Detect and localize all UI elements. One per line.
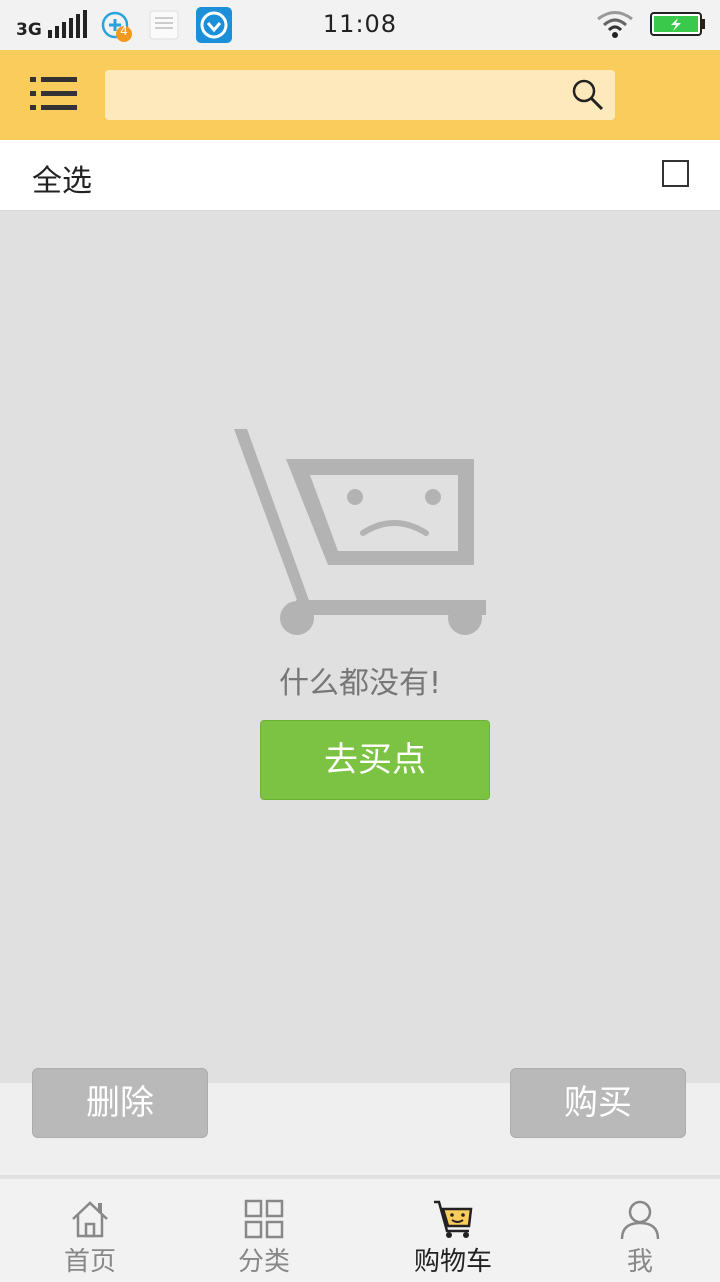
status-bar: 3G 4 11:08 <box>0 0 720 50</box>
tab-profile[interactable]: 我 <box>550 1179 720 1282</box>
tab-category-label: 分类 <box>237 1247 290 1277</box>
select-all-row: 全选 <box>0 140 720 211</box>
tab-cart[interactable]: 购物车 <box>363 1179 543 1282</box>
home-icon <box>72 1201 108 1238</box>
tab-category[interactable]: 分类 <box>174 1179 354 1282</box>
tab-profile-label: 我 <box>626 1247 653 1277</box>
wifi-icon <box>597 11 633 38</box>
person-icon <box>620 1200 660 1239</box>
battery-charging-icon <box>650 12 705 36</box>
select-all-checkbox[interactable] <box>662 160 689 187</box>
empty-cart-sad-icon <box>234 429 486 635</box>
search-input[interactable] <box>119 70 563 122</box>
go-shopping-button[interactable]: 去买点 <box>260 720 490 800</box>
bottom-tab-bar: 首页 分类 购物车 我 <box>0 1177 720 1282</box>
tab-home-label: 首页 <box>63 1247 116 1277</box>
delete-button[interactable]: 删除 <box>32 1068 208 1138</box>
search-box <box>105 70 615 122</box>
cart-action-bar: 删除 购买 <box>0 1068 720 1175</box>
tab-home[interactable]: 首页 <box>0 1179 180 1282</box>
buy-button[interactable]: 购买 <box>510 1068 686 1138</box>
cart-icon <box>434 1200 473 1238</box>
menu-list-icon[interactable] <box>28 74 80 114</box>
search-icon[interactable] <box>571 78 605 112</box>
select-all-label: 全选 <box>32 164 92 199</box>
tab-cart-label: 购物车 <box>413 1247 492 1277</box>
top-header <box>0 50 720 140</box>
empty-message: 什么都没有! <box>278 666 442 701</box>
grid-icon <box>244 1199 284 1239</box>
